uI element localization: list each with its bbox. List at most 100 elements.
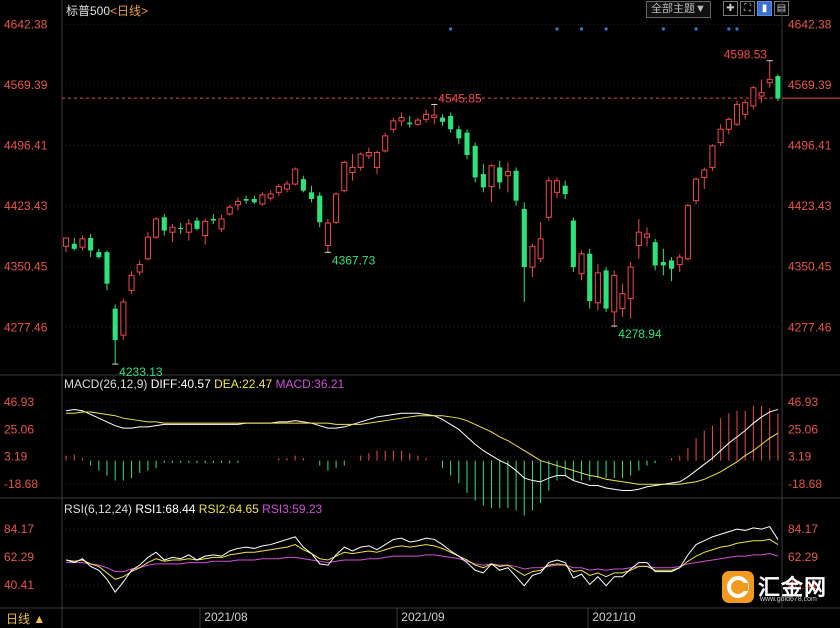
rsi-tick-left: 84.17	[4, 522, 34, 536]
event-marker	[735, 27, 739, 31]
rsi-line-rsi3	[66, 553, 779, 573]
site-logo: 汇金网 www.gold678.com	[718, 568, 832, 608]
candle-down	[161, 217, 167, 231]
rsi-params: RSI(6,12,24)	[64, 502, 133, 516]
rsi-tick-left: 40.41	[4, 578, 34, 592]
x-tick-label: 2021/08	[204, 610, 248, 624]
candle-up	[619, 293, 626, 310]
candle-down	[562, 185, 568, 195]
y-tick-left: 4569.39	[4, 78, 48, 92]
candle-up	[202, 220, 209, 237]
candle-up	[144, 236, 151, 260]
candle-up	[594, 272, 601, 304]
candle-down	[71, 243, 77, 249]
candle-up	[537, 238, 544, 260]
candle-up	[382, 135, 389, 152]
macd-tick-left: 25.06	[4, 422, 34, 436]
candle-up	[693, 178, 700, 202]
y-tick-left: 4496.41	[4, 139, 48, 153]
macd-tick-right: 46.93	[788, 395, 818, 409]
event-marker	[661, 27, 665, 31]
candle-up	[169, 226, 176, 233]
candle-down	[251, 198, 257, 203]
candle-up	[717, 128, 724, 144]
event-marker	[604, 27, 608, 31]
candle-down	[300, 179, 306, 191]
candle-up	[373, 151, 381, 168]
rsi-tick-right: 62.29	[788, 550, 818, 564]
macd-params: MACD(26,12,9)	[64, 377, 148, 391]
candle-down	[178, 228, 184, 230]
candle-up	[324, 222, 331, 246]
candle-down	[513, 170, 519, 201]
candle-up	[635, 231, 642, 246]
y-tick-left: 4350.45	[4, 260, 48, 274]
period-tab[interactable]: 日线 ▲	[0, 610, 60, 628]
candle-down	[407, 122, 413, 125]
macd-tick-right: -18.68	[788, 477, 822, 491]
candle-up	[218, 218, 225, 230]
macd-tick-left: -18.68	[4, 477, 38, 491]
annotation-high2: 4598.53	[724, 48, 768, 62]
candle-down	[243, 198, 249, 201]
candle-up	[423, 113, 430, 120]
y-tick-right: 4642.38	[788, 17, 832, 31]
candle-up	[349, 166, 356, 173]
candle-up	[643, 233, 651, 238]
candle-up	[701, 169, 708, 178]
candle-up	[333, 193, 340, 223]
candle-up	[267, 193, 274, 199]
candle-down	[210, 218, 216, 221]
candle-up	[283, 183, 291, 190]
x-tick-label: 2021/09	[401, 610, 445, 624]
macd-line-dea	[66, 411, 779, 485]
candle-down	[480, 174, 486, 188]
candle-up	[136, 264, 143, 273]
candle-up	[120, 301, 127, 336]
candle-down	[88, 238, 94, 251]
candle-up	[733, 103, 741, 125]
macd-value-label: MACD:36.21	[275, 377, 345, 391]
candle-up	[627, 266, 634, 300]
candle-up	[292, 168, 299, 185]
chart-canvas[interactable]: 4642.38 4642.38 4569.39 4569.39 4496.41 4496.…	[0, 0, 840, 628]
candle-down	[587, 253, 593, 302]
candle-down	[439, 117, 445, 122]
candle-down	[570, 220, 576, 268]
candle-up	[709, 145, 716, 168]
candle-up	[431, 114, 438, 119]
axis-labels: 4642.38 4642.38 4569.39 4569.39 4496.41 4496.…	[4, 17, 832, 628]
annotations: 4233.134367.734545.854278.944598.53	[112, 48, 773, 379]
macd-tick-right: 3.19	[788, 450, 812, 464]
candle-down	[309, 192, 315, 199]
event-marker	[694, 27, 698, 31]
candle-up	[758, 92, 765, 97]
macd-tick-left: 46.93	[4, 395, 34, 409]
candles	[63, 61, 781, 365]
candle-down	[317, 195, 323, 223]
event-marker	[449, 27, 453, 31]
y-tick-right: 4423.43	[788, 199, 832, 213]
candle-up	[259, 194, 266, 205]
candle-up	[725, 118, 732, 130]
macd-line-diff	[66, 408, 779, 492]
macd-tick-right: 25.06	[788, 422, 818, 436]
event-marker	[727, 27, 731, 31]
candle-up	[684, 205, 691, 260]
candle-down	[104, 252, 110, 284]
y-tick-left: 4423.43	[4, 199, 48, 213]
y-tick-right: 4277.46	[788, 320, 832, 334]
candle-down	[521, 208, 527, 268]
candle-down	[472, 145, 478, 178]
candle-up	[234, 200, 241, 206]
y-tick-right: 4350.45	[788, 260, 832, 274]
candle-up	[545, 180, 552, 218]
candle-up	[153, 218, 160, 238]
candle-up	[750, 87, 757, 107]
y-tick-left: 4642.38	[4, 17, 48, 31]
candle-down	[456, 129, 462, 139]
rsi-legend: RSI(6,12,24) RSI1:68.44 RSI2:64.65 RSI3:…	[64, 502, 322, 516]
candle-up	[398, 117, 405, 122]
x-tick-label: 2021/10	[592, 610, 636, 624]
candle-up	[185, 223, 192, 233]
